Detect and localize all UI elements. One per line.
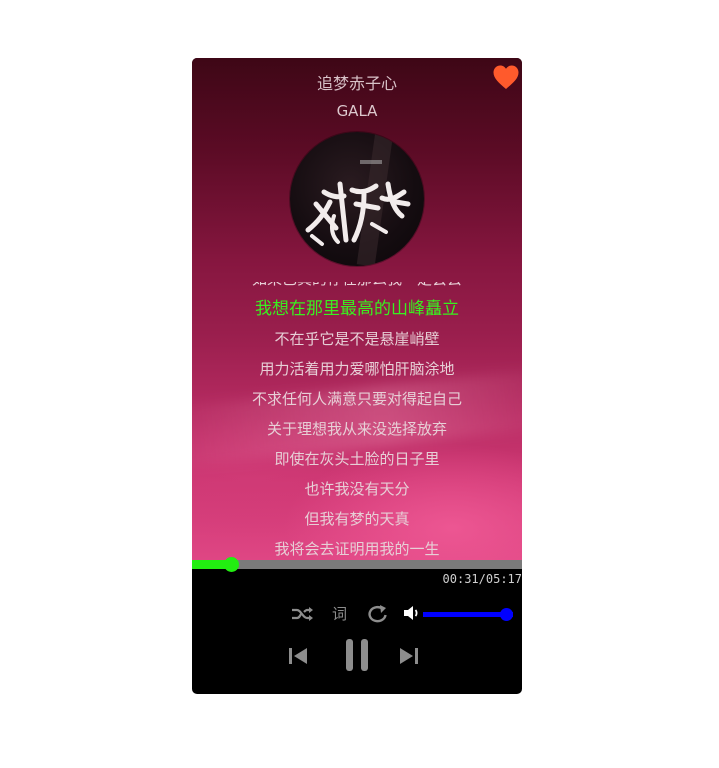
lyric-line: 如果已真的存在那么我一定会去 [192, 282, 522, 294]
lyric-line: 即使在灰头土脸的日子里 [274, 450, 440, 468]
lyrics-toggle-button[interactable]: 词 [332, 604, 347, 624]
previous-icon[interactable] [288, 647, 308, 665]
lyric-line: 用力活着用力爱哪怕肝脑涂地 [259, 360, 455, 378]
lyrics-list: 如果已真的存在那么我一定会去 我想在那里最高的山峰矗立 不在乎它是不是悬崖峭壁 … [192, 282, 522, 564]
song-artist: GALA [336, 102, 378, 120]
lyric-line-current: 我想在那里最高的山峰矗立 [255, 299, 459, 319]
time-display: 00:31/05:17 [443, 572, 522, 586]
album-art-image [305, 132, 411, 266]
current-time: 00:31 [442, 572, 479, 586]
volume-icon[interactable] [403, 604, 421, 622]
album-cover [290, 132, 424, 266]
progress-bar[interactable] [192, 557, 522, 572]
next-icon[interactable] [399, 647, 419, 665]
progress-handle[interactable] [223, 557, 239, 572]
lyric-line: 关于理想我从来没选择放弃 [266, 420, 447, 438]
lyric-line: 也许我没有天分 [304, 480, 410, 498]
music-player: 追梦赤子心 GALA 如果已真的存在那么我一定会去 我想在那里最高的山峰矗立 不… [192, 58, 522, 694]
pause-icon[interactable] [345, 638, 369, 672]
lyric-line: 但我有梦的天真 [304, 510, 410, 528]
song-title: 追梦赤子心 [316, 74, 397, 93]
volume-handle[interactable] [500, 608, 513, 621]
lyric-line: 不求任何人满意只要对得起自己 [251, 390, 462, 408]
time-separator: / [478, 572, 486, 586]
shuffle-icon[interactable] [291, 606, 315, 622]
repeat-icon[interactable] [367, 604, 389, 624]
total-time: 05:17 [485, 572, 522, 586]
heart-icon[interactable] [492, 64, 520, 90]
lyrics-panel[interactable]: 如果已真的存在那么我一定会去 我想在那里最高的山峰矗立 不在乎它是不是悬崖峭壁 … [192, 282, 522, 564]
volume-slider[interactable] [423, 608, 513, 621]
lyric-line: 不在乎它是不是悬崖峭壁 [274, 330, 440, 348]
